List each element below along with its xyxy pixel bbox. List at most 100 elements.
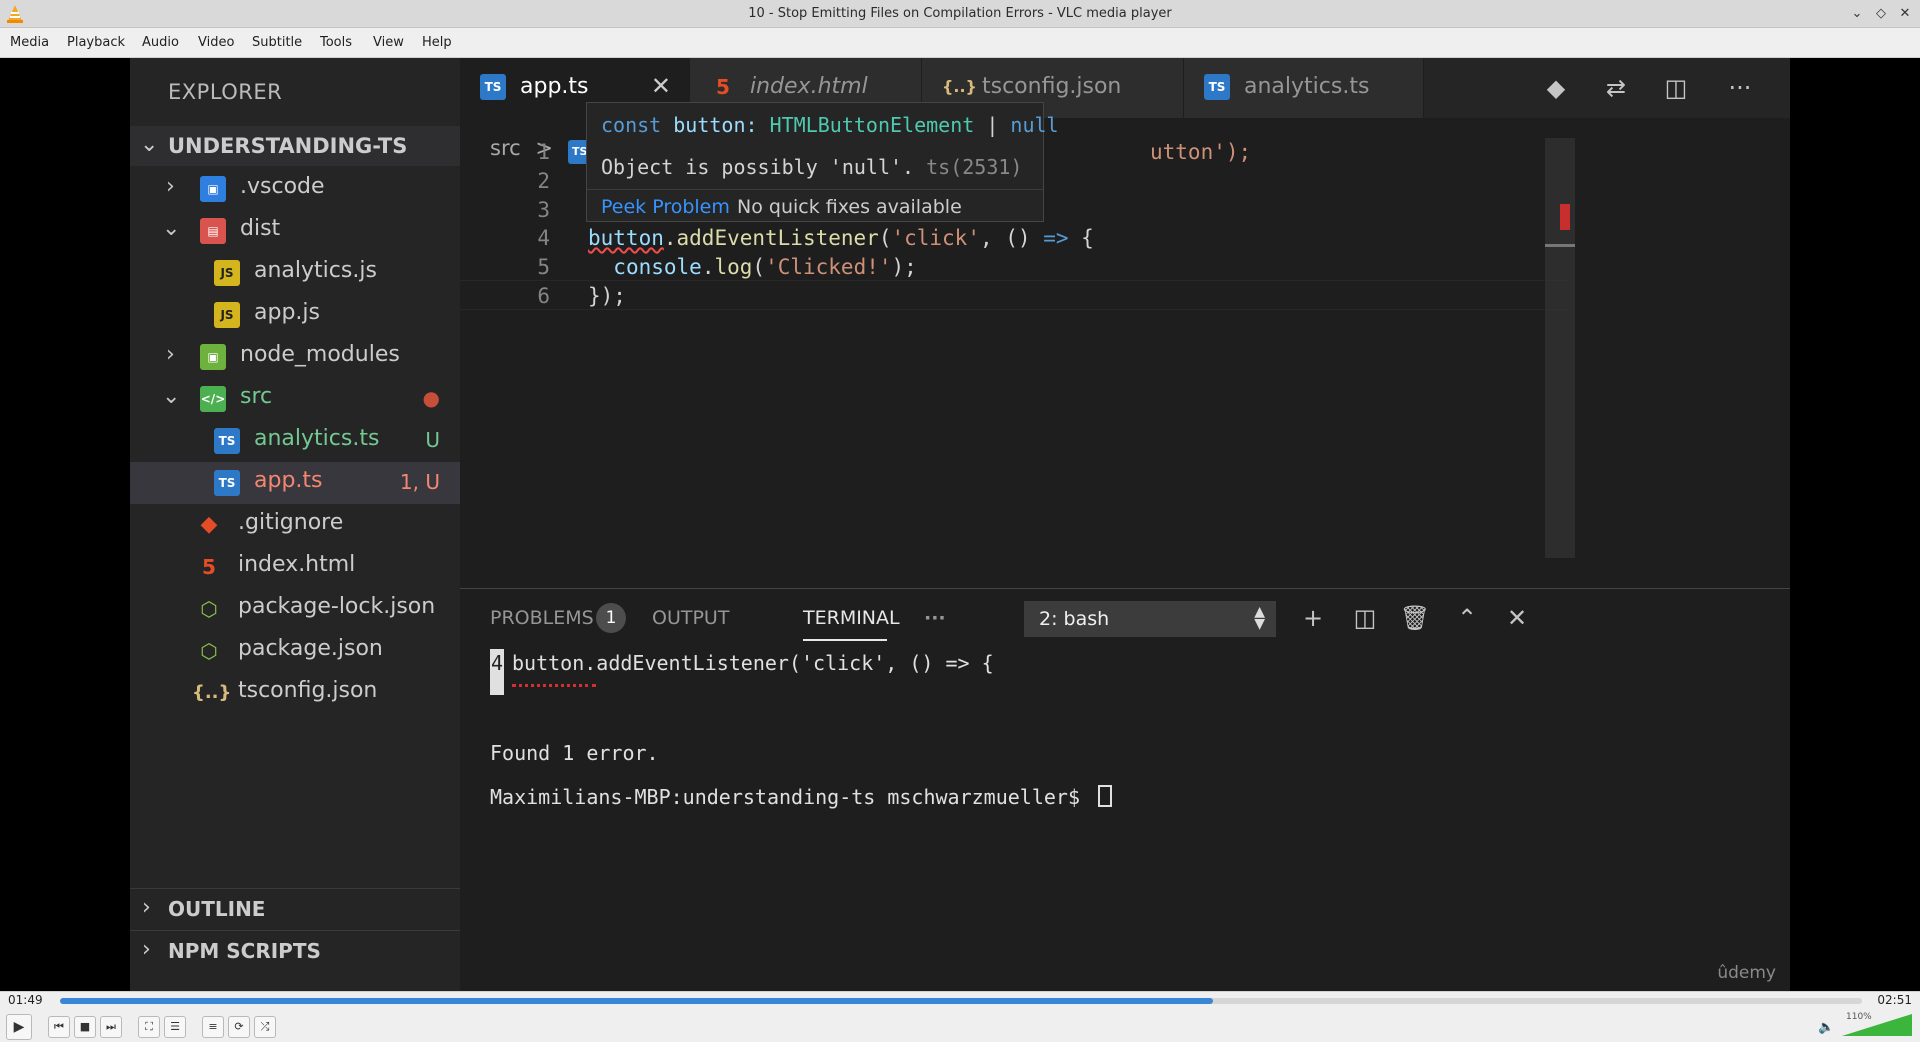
- menu-video[interactable]: Video: [198, 35, 234, 50]
- hover-tooltip[interactable]: const button: HTMLButtonElement | null O…: [586, 102, 1059, 222]
- ts-file-icon: TS: [214, 428, 240, 454]
- tree-item-node-modules[interactable]: › ▣ node_modules: [130, 336, 460, 378]
- code-token: =>: [1043, 226, 1069, 250]
- menu-bar: Media Playback Audio Video Subtitle Tool…: [0, 28, 1920, 58]
- code-token: (: [878, 226, 892, 250]
- open-changes-icon[interactable]: ⇄: [1600, 72, 1632, 104]
- code-line-1[interactable]: utton');: [1150, 140, 1251, 164]
- chevron-down-icon: ⌄: [162, 216, 181, 241]
- menu-playback[interactable]: Playback: [67, 35, 125, 50]
- player-controls: 01:49 02:51 ▶ ⏮ ■ ⏭ ⛶ ☰ ≡ ⟳ ⤮ 🔈 110%: [0, 991, 1920, 1042]
- close-window-icon[interactable]: ✕: [1896, 5, 1914, 23]
- modified-dot-badge: ●: [422, 386, 440, 410]
- html-icon: 5: [202, 555, 216, 579]
- npm-scripts-section[interactable]: › NPM SCRIPTS: [130, 930, 460, 970]
- error-token[interactable]: button: [588, 226, 664, 250]
- menu-subtitle[interactable]: Subtitle: [252, 35, 302, 50]
- editor-scrollbar[interactable]: [1545, 138, 1575, 558]
- new-terminal-icon[interactable]: +: [1296, 601, 1330, 635]
- outline-section[interactable]: › OUTLINE: [130, 888, 460, 928]
- video-area[interactable]: EXPLORER ⌄ UNDERSTANDING-TS › ▣ .vscode …: [0, 58, 1920, 991]
- code-line-6[interactable]: });: [588, 284, 626, 308]
- fullscreen-button[interactable]: ⛶: [138, 1016, 160, 1038]
- folder-dist-icon: ▤: [200, 218, 226, 244]
- terminal-code-line: button.addEventListener('click', () => {: [512, 651, 994, 675]
- seek-bar[interactable]: [60, 998, 1862, 1004]
- ts-file-icon: TS: [480, 74, 506, 100]
- menu-audio[interactable]: Audio: [142, 35, 179, 50]
- js-file-icon: JS: [214, 260, 240, 286]
- tree-item-label: package-lock.json: [238, 594, 436, 619]
- tree-item-package-json[interactable]: ⬡ package.json: [130, 630, 460, 672]
- code-token: 'click': [891, 226, 980, 250]
- playlist-button[interactable]: ≡: [202, 1016, 224, 1038]
- menu-tools[interactable]: Tools: [320, 35, 352, 50]
- line-number: 3: [537, 198, 550, 222]
- npm-scripts-label: NPM SCRIPTS: [168, 939, 321, 963]
- shuffle-button[interactable]: ⤮: [254, 1016, 276, 1038]
- tab-output[interactable]: OUTPUT: [652, 607, 729, 629]
- previous-button[interactable]: ⏮: [48, 1016, 70, 1038]
- tree-item-analytics-ts[interactable]: TS analytics.ts U: [130, 420, 460, 462]
- tab-problems[interactable]: PROBLEMS: [490, 607, 594, 629]
- menu-media[interactable]: Media: [10, 35, 49, 50]
- outline-label: OUTLINE: [168, 897, 266, 921]
- more-actions-icon[interactable]: ···: [1724, 72, 1756, 104]
- active-tab-underline: [803, 639, 887, 641]
- code-token: null: [1010, 113, 1059, 137]
- maximize-icon[interactable]: ◇: [1872, 5, 1890, 23]
- project-name: UNDERSTANDING-TS: [168, 134, 408, 158]
- maximize-panel-icon[interactable]: ⌃: [1450, 601, 1484, 635]
- tree-item-label: src: [240, 384, 273, 409]
- more-panel-tabs-icon[interactable]: ···: [924, 607, 946, 629]
- tab-label: analytics.ts: [1244, 74, 1370, 99]
- tree-item-package-lock[interactable]: ⬡ package-lock.json: [130, 588, 460, 630]
- tree-item-gitignore[interactable]: ◆ .gitignore: [130, 504, 460, 546]
- tree-item-app-js[interactable]: JS app.js: [130, 294, 460, 336]
- split-terminal-icon[interactable]: ◫: [1348, 601, 1382, 635]
- tree-item-index-html[interactable]: 5 index.html: [130, 546, 460, 588]
- close-tab-icon[interactable]: ✕: [651, 72, 671, 100]
- code-token: .: [663, 226, 677, 250]
- code-token: (: [752, 255, 766, 279]
- tree-item-label: dist: [240, 216, 281, 241]
- tree-item-vscode[interactable]: › ▣ .vscode: [130, 168, 460, 210]
- code-token: log: [714, 255, 753, 279]
- seek-progress: [60, 998, 1214, 1004]
- split-editor-icon[interactable]: ◫: [1660, 72, 1692, 104]
- volume-icon[interactable]: 🔈: [1818, 1020, 1834, 1035]
- tab-terminal[interactable]: TERMINAL: [803, 607, 900, 629]
- folder-node-icon: ▣: [200, 344, 226, 370]
- code-line-4[interactable]: button.addEventListener('click', () => {: [588, 226, 1094, 250]
- code-line-5[interactable]: console.log('Clicked!');: [588, 255, 917, 279]
- tree-item-label: .gitignore: [238, 510, 344, 535]
- peek-problem-link[interactable]: Peek Problem: [601, 196, 730, 218]
- code-token: 'Clicked!': [765, 255, 892, 279]
- loop-button[interactable]: ⟳: [228, 1016, 250, 1038]
- tab-analytics-ts[interactable]: TS analytics.ts: [1184, 58, 1424, 118]
- extended-settings-button[interactable]: ☰: [164, 1016, 186, 1038]
- terminal-select[interactable]: 2: bash ▲ ▼: [1024, 601, 1276, 637]
- menu-view[interactable]: View: [373, 35, 404, 50]
- minimize-icon[interactable]: ⌄: [1848, 5, 1866, 23]
- tree-item-analytics-js[interactable]: JS analytics.js: [130, 252, 460, 294]
- line-number: 1: [537, 140, 550, 164]
- tree-item-app-ts[interactable]: TS app.ts 1, U: [130, 462, 460, 504]
- explorer-title: EXPLORER: [168, 80, 283, 104]
- tree-item-src[interactable]: ⌄ </> src ●: [130, 378, 460, 420]
- stop-button[interactable]: ■: [74, 1016, 96, 1038]
- kill-terminal-icon[interactable]: 🗑: [1398, 601, 1432, 635]
- project-header[interactable]: ⌄ UNDERSTANDING-TS: [130, 126, 460, 166]
- git-compare-icon[interactable]: ◆: [1540, 72, 1572, 104]
- close-panel-icon[interactable]: ✕: [1500, 601, 1534, 635]
- tree-item-tsconfig[interactable]: {..} tsconfig.json: [130, 672, 460, 714]
- tree-item-dist[interactable]: ⌄ ▤ dist: [130, 210, 460, 252]
- code-token: utton');: [1150, 140, 1252, 164]
- terminal-prompt[interactable]: Maximilians-MBP:understanding-ts mschwar…: [490, 785, 1113, 809]
- terminal-error-squiggle: [512, 681, 596, 687]
- tree-item-label: app.js: [254, 300, 320, 325]
- play-button[interactable]: ▶: [6, 1014, 32, 1040]
- menu-help[interactable]: Help: [422, 35, 452, 50]
- next-button[interactable]: ⏭: [100, 1016, 122, 1038]
- terminal-cursor: [1098, 785, 1113, 807]
